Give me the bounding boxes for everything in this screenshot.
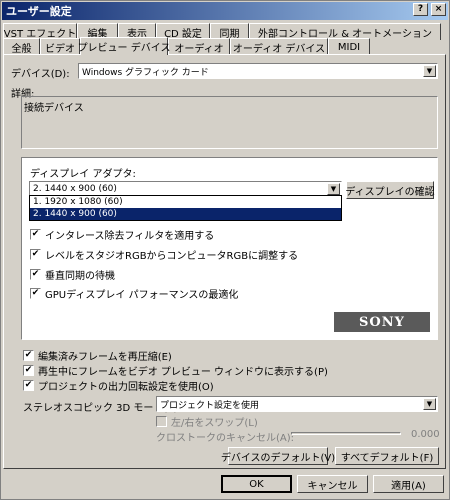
gpu-optimize-checkbox[interactable]: ✔ GPUディスプレイ パフォーマンスの最適化 xyxy=(30,286,238,301)
show-frames-checkbox[interactable]: ✔ 再生中にフレームをビデオ プレビュー ウィンドウに表示する(P) xyxy=(23,363,328,378)
window-title: ユーザー設定 xyxy=(6,5,72,18)
tab-video[interactable]: ビデオ xyxy=(40,38,80,55)
settings-window: ユーザー設定 ? × VST エフェクト 編集 表示 CD 設定 同期 外部コン… xyxy=(0,0,450,500)
ok-button[interactable]: OK xyxy=(221,475,292,493)
crosstalk-slider[interactable] xyxy=(291,432,401,435)
display-adapter-value: 2. 1440 x 900 (60) xyxy=(33,184,117,194)
stereo-select[interactable]: プロジェクト設定を使用 ▼ xyxy=(156,396,438,412)
chevron-down-icon: ▼ xyxy=(423,398,436,410)
chevron-down-icon: ▼ xyxy=(423,65,436,77)
vsync-checkbox[interactable]: ✔ 垂直同期の待機 xyxy=(30,267,115,282)
dropdown-option[interactable]: 1. 1920 x 1080 (60) xyxy=(30,196,341,208)
device-value: Windows グラフィック カード xyxy=(82,67,209,78)
close-icon: × xyxy=(434,4,443,14)
all-default-button[interactable]: すべてデフォルト(F) xyxy=(335,447,439,465)
sony-logo: SONY xyxy=(334,312,430,332)
help-icon: ? xyxy=(417,4,424,14)
tab-row-2: 全般 ビデオ プレビュー デバイス オーディオ オーディオ デバイス MIDI xyxy=(3,37,370,55)
tab-preview-device[interactable]: プレビュー デバイス xyxy=(78,37,170,55)
studio-rgb-checkbox[interactable]: ✔ レベルをスタジオRGBからコンピュータRGBに調整する xyxy=(30,247,298,262)
rotation-checkbox[interactable]: ✔ プロジェクトの出力回転設定を使用(O) xyxy=(23,378,214,393)
display-adapter-label: ディスプレイ アダプタ: xyxy=(30,169,136,180)
dropdown-option-selected[interactable]: 2. 1440 x 900 (60) xyxy=(30,208,341,220)
help-button[interactable]: ? xyxy=(413,3,428,16)
confirm-display-button[interactable]: ディスプレイの確認 xyxy=(345,181,435,199)
tab-audio-device[interactable]: オーディオ デバイス xyxy=(230,38,328,55)
title-bar: ユーザー設定 xyxy=(2,2,448,20)
tab-general[interactable]: 全般 xyxy=(3,38,40,55)
chevron-down-icon: ▼ xyxy=(327,183,340,195)
stereo-value: プロジェクト設定を使用 xyxy=(160,400,260,411)
details-box: 接続デバイス xyxy=(21,96,438,149)
close-button[interactable]: × xyxy=(431,3,446,16)
tab-audio[interactable]: オーディオ xyxy=(168,38,230,55)
cancel-button[interactable]: キャンセル xyxy=(297,475,368,493)
swap-checkbox[interactable]: 左/右をスワップ(L) xyxy=(156,414,258,429)
device-select[interactable]: Windows グラフィック カード ▼ xyxy=(78,63,438,79)
deinterlace-checkbox[interactable]: ✔ インタレース除去フィルタを適用する xyxy=(30,227,214,242)
display-adapter-dropdown: 1. 1920 x 1080 (60) 2. 1440 x 900 (60) xyxy=(29,195,342,221)
crosstalk-value: 0.000 xyxy=(411,429,440,440)
crosstalk-label: クロストークのキャンセル(A): xyxy=(156,433,295,444)
details-text: 接続デバイス xyxy=(24,103,84,114)
apply-button[interactable]: 適用(A) xyxy=(373,475,444,493)
device-label: デバイス(D): xyxy=(11,69,70,80)
tab-midi[interactable]: MIDI xyxy=(328,38,370,55)
device-default-button[interactable]: デバイスのデフォルト(V) xyxy=(221,447,335,465)
recompress-checkbox[interactable]: ✔ 編集済みフレームを再圧縮(E) xyxy=(23,348,172,363)
